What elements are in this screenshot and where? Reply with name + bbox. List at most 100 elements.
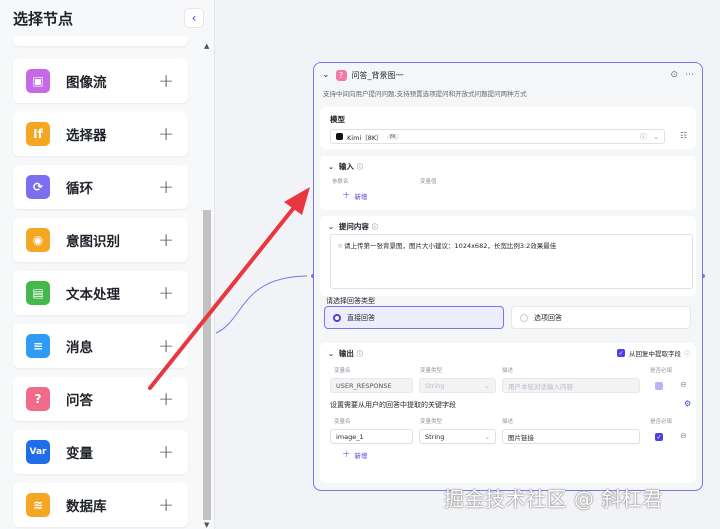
node-description: 支持中间向用户提问问题,支持预置选项提问和开放式问题提问两种方式	[323, 90, 527, 98]
prompt-text: 请上传第一张背景图，图片大小建议：1024x682，长宽比例3:2效果最佳	[344, 242, 557, 250]
answer-option-direct[interactable]: 直接回答	[324, 306, 504, 329]
add-node-icon[interactable]: +	[158, 283, 174, 303]
scroll-down-icon[interactable]: ▼	[204, 521, 209, 529]
chevron-down-icon: ⌄	[484, 432, 490, 441]
chevron-down-icon: ⌄	[484, 381, 490, 390]
image-flow-icon: ▣	[26, 69, 50, 93]
node-item[interactable]: ≋ 数据库 +	[13, 483, 188, 527]
input-section-title: ⌄ 输入 ⓘ	[328, 161, 363, 172]
context-badge: 8K	[386, 133, 400, 140]
required-checkbox-checked[interactable]: ✓	[655, 433, 663, 441]
plus-icon: +	[342, 449, 351, 460]
scrollbar-thumb[interactable]	[203, 210, 211, 520]
sidebar-scrollbar[interactable]: ▲ ▼	[201, 42, 213, 529]
remove-icon[interactable]: ⊖	[680, 431, 687, 440]
var-type-select[interactable]: String ⌄	[419, 429, 496, 444]
plus-icon: +	[342, 190, 351, 201]
param-value-header: 变量值	[420, 179, 437, 185]
node-item-label: 问答	[66, 393, 93, 409]
collapse-sidebar-button[interactable]: ‹	[184, 8, 204, 28]
list-item-partial	[13, 36, 188, 46]
col-desc-header: 描述	[502, 368, 514, 374]
node-header: ⌄ ? 问答_背景图一 ⊙ ⋯	[314, 63, 702, 87]
info-icon[interactable]: ⓘ	[372, 222, 378, 231]
output-section: ⌄ 输出 ⓘ ✓ 从回复中提取字段 ⓘ 变量名 变量类型 描述 是否必填 USE…	[320, 343, 696, 483]
extract-hint: 设置需要从用户的回答中提取的关键字段	[330, 401, 456, 409]
chevron-down-icon[interactable]: ⌄	[328, 163, 334, 171]
node-item[interactable]: Var 变量 +	[13, 430, 188, 474]
add-node-icon[interactable]: +	[158, 495, 174, 515]
node-item[interactable]: ? 问答 +	[13, 377, 188, 421]
remove-icon: ⊖	[680, 380, 687, 389]
info-icon[interactable]: ⓘ	[640, 132, 647, 142]
var-desc-input[interactable]: 图片链接	[502, 429, 640, 444]
add-input-button[interactable]: + 新增	[342, 190, 367, 201]
var-name-field: USER_RESPONSE	[330, 378, 413, 393]
add-node-icon[interactable]: +	[158, 336, 174, 356]
checkbox-checked-icon[interactable]: ✓	[617, 349, 625, 357]
output-title-text: 输出	[338, 349, 354, 358]
node-title[interactable]: 问答_背景图一	[352, 70, 664, 81]
model-section-title: 模型	[330, 115, 345, 124]
col-required-header: 是否必填	[650, 419, 673, 425]
col-name-header: 变量名	[334, 419, 351, 425]
required-checkbox-disabled	[655, 382, 663, 390]
more-icon[interactable]: ⋯	[685, 70, 694, 80]
node-item-label: 意图识别	[66, 234, 120, 250]
node-item-label: 消息	[66, 340, 93, 356]
add-node-icon[interactable]: +	[158, 124, 174, 144]
prompt-textarea[interactable]: ☝ 请上传第一张背景图，图片大小建议：1024x682，长宽比例3:2效果最佳	[330, 234, 693, 289]
sidebar-title: 选择节点	[13, 9, 74, 28]
node-list: ▣ 图像流 + If 选择器 + ⟳ 循环 + ◉ 意图识别 + ▤ 文本处理 + ≡ 消息 +? 问答 + Var 变量…	[13, 36, 188, 529]
database-icon: ≋	[26, 493, 50, 517]
param-name-header: 参数名	[332, 179, 349, 185]
node-item-label: 循环	[66, 181, 93, 197]
answer-option-choice[interactable]: 选项回答	[511, 306, 691, 329]
chevron-down-icon[interactable]: ⌄	[328, 350, 334, 358]
text-process-icon: ▤	[26, 281, 50, 305]
run-icon[interactable]: ⊙	[670, 70, 678, 80]
node-item[interactable]: ≡ 消息 +	[13, 324, 188, 368]
info-icon[interactable]: ⓘ	[357, 349, 363, 358]
loop-icon: ⟳	[26, 175, 50, 199]
chevron-down-icon[interactable]: ⌄	[653, 133, 659, 141]
scroll-up-icon[interactable]: ▲	[204, 42, 209, 50]
col-type-header: 变量类型	[420, 368, 443, 374]
node-item[interactable]: ▣ 图像流 +	[13, 59, 188, 103]
node-item-label: 数据库	[66, 499, 107, 515]
radio-selected-icon[interactable]	[333, 313, 341, 322]
input-title-text: 输入	[338, 162, 354, 171]
node-item-label: 图像流	[66, 75, 107, 91]
qa-node-card[interactable]: ⌄ ? 问答_背景图一 ⊙ ⋯ 支持中间向用户提问问题,支持预置选项提问和开放式…	[313, 62, 703, 491]
info-icon[interactable]: ⓘ	[357, 162, 363, 171]
settings-icon[interactable]: ☷	[680, 131, 687, 140]
answer-option-label: 直接回答	[347, 313, 375, 322]
add-node-icon[interactable]: +	[158, 71, 174, 91]
chevron-down-icon[interactable]: ⌄	[328, 223, 334, 231]
settings-icon[interactable]: ⚙	[684, 399, 691, 408]
add-node-icon[interactable]: +	[158, 177, 174, 197]
add-output-button[interactable]: + 新增	[342, 449, 367, 460]
model-select[interactable]: Kimi（8K） 8K ⓘ ⌄	[330, 129, 665, 144]
add-node-icon[interactable]: +	[158, 230, 174, 250]
hand-icon: ☝	[338, 242, 342, 250]
info-icon[interactable]: ⓘ	[684, 349, 690, 358]
col-name-header: 变量名	[334, 368, 351, 374]
add-node-icon[interactable]: +	[158, 442, 174, 462]
kimi-logo-icon	[336, 133, 343, 140]
add-node-icon[interactable]: +	[158, 389, 174, 409]
connector-line	[215, 275, 308, 334]
node-item-label: 文本处理	[66, 287, 120, 303]
node-item[interactable]: ⟳ 循环 +	[13, 165, 188, 209]
chevron-down-icon[interactable]: ⌄	[322, 70, 330, 80]
watermark: 掘金技术社区 @ 斜杠君	[444, 487, 663, 511]
node-item[interactable]: If 选择器 +	[13, 112, 188, 156]
node-item[interactable]: ▤ 文本处理 +	[13, 271, 188, 315]
node-item[interactable]: ◉ 意图识别 +	[13, 218, 188, 262]
variable-icon: Var	[26, 440, 50, 464]
var-name-input[interactable]: image_1	[330, 429, 413, 444]
var-desc-field: 用户本轮对话输入内容	[502, 378, 640, 393]
input-section: ⌄ 输入 ⓘ 参数名 变量值 + 新增	[320, 156, 696, 210]
radio-icon[interactable]	[520, 313, 528, 322]
extract-fields-toggle[interactable]: ✓ 从回复中提取字段 ⓘ	[617, 348, 690, 358]
